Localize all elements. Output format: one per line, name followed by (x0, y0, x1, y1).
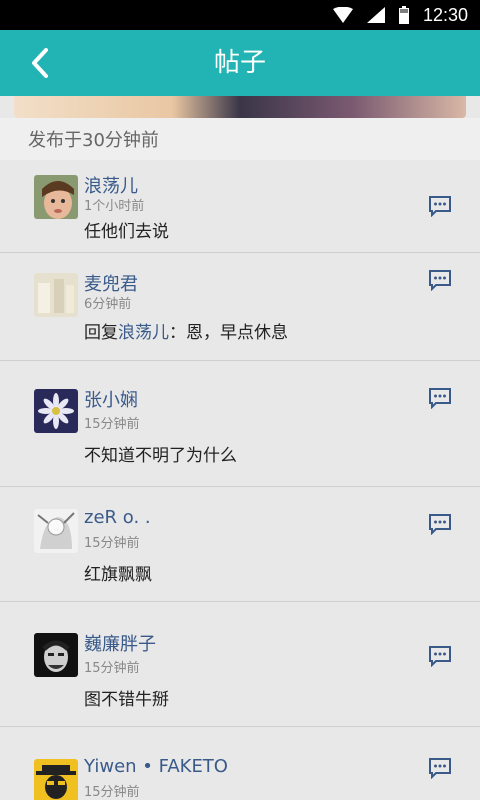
battery-icon (398, 6, 409, 24)
avatar[interactable] (34, 389, 78, 433)
post-time: 发布于30分钟前 (28, 130, 159, 151)
comment-time: 1个小时前 (84, 199, 145, 214)
signal-icon (366, 7, 385, 23)
comment-bubble-icon[interactable] (428, 513, 452, 535)
reply-prefix: 回复 (84, 323, 118, 343)
comment-time: 15分钟前 (84, 536, 140, 551)
comment-author[interactable]: 巍廉胖子 (84, 630, 156, 656)
avatar[interactable] (34, 633, 78, 677)
comment-author[interactable]: 张小娴 (84, 386, 138, 412)
comment-author[interactable]: zeR o. . (84, 507, 151, 528)
comment-time: 15分钟前 (84, 661, 140, 676)
comment-text: 图不错牛掰 (84, 690, 169, 710)
comment-item[interactable]: 巍廉胖子 15分钟前 图不错牛掰 (0, 602, 480, 727)
comment-bubble-icon[interactable] (428, 757, 452, 779)
comment-text: 回复浪荡儿：恩，早点休息 (84, 318, 288, 343)
comment-author[interactable]: Yiwen • FAKETO (84, 756, 228, 777)
comment-time: 15分钟前 (84, 417, 140, 432)
post-image[interactable] (14, 96, 466, 118)
back-button[interactable] (20, 43, 60, 83)
comment-bubble-icon[interactable] (428, 645, 452, 667)
comment-bubble-icon[interactable] (428, 269, 452, 291)
avatar[interactable] (34, 273, 78, 317)
status-bar: 12:30 (0, 0, 480, 30)
comment-time: 15分钟前 (84, 785, 140, 800)
app-bar: 帖子 (0, 30, 480, 96)
status-time: 12:30 (422, 4, 468, 25)
comment-item[interactable]: zeR o. . 15分钟前 红旗飘飘 (0, 487, 480, 602)
reply-body: ：恩，早点休息 (169, 323, 288, 343)
comment-list: 浪荡儿 1个小时前 任他们去说 麦兜君 6分钟前 回复浪荡儿：恩，早点休息 张小… (0, 160, 480, 800)
comment-item[interactable]: 张小娴 15分钟前 不知道不明了为什么 (0, 361, 480, 487)
comment-text: 不知道不明了为什么 (84, 446, 237, 466)
comment-bubble-icon[interactable] (428, 195, 452, 217)
avatar[interactable] (34, 759, 78, 800)
comment-item[interactable]: 麦兜君 6分钟前 回复浪荡儿：恩，早点休息 (0, 253, 480, 361)
comment-text: 红旗飘飘 (84, 565, 152, 585)
reply-mention[interactable]: 浪荡儿 (118, 323, 169, 343)
post-meta: 发布于30分钟前 (0, 118, 480, 160)
comment-item[interactable]: 浪荡儿 1个小时前 任他们去说 (0, 160, 480, 253)
comment-bubble-icon[interactable] (428, 387, 452, 409)
comment-item[interactable]: Yiwen • FAKETO 15分钟前 (0, 727, 480, 800)
comment-time: 6分钟前 (84, 297, 132, 312)
chevron-left-icon (32, 48, 48, 78)
comment-text: 任他们去说 (84, 222, 169, 242)
avatar[interactable] (34, 175, 78, 219)
avatar[interactable] (34, 509, 78, 553)
page-title: 帖子 (213, 48, 266, 78)
wifi-icon (332, 7, 353, 23)
